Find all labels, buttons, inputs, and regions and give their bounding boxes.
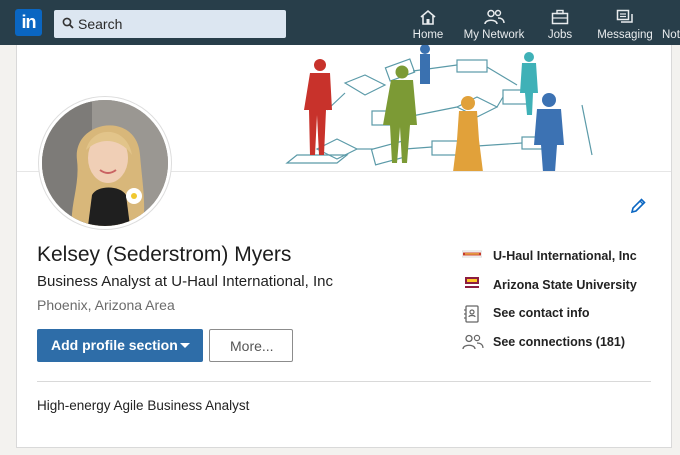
contact-info-label: See contact info	[493, 306, 590, 320]
uhaul-logo-icon	[462, 250, 482, 258]
profile-name: Kelsey (Sederstrom) Myers	[37, 243, 292, 266]
nav-notifications-label: Not	[662, 29, 680, 41]
connections-label: See connections (181)	[493, 335, 625, 349]
messaging-icon	[616, 9, 633, 23]
nav-my-network[interactable]: My Network	[460, 0, 528, 45]
search-input[interactable]: Search	[54, 10, 286, 38]
profile-avatar[interactable]	[39, 97, 171, 229]
search-icon	[62, 17, 74, 29]
nav-my-network-label: My Network	[463, 29, 525, 41]
nav-jobs[interactable]: Jobs	[540, 0, 580, 45]
nav-messaging[interactable]: Messaging	[596, 0, 654, 45]
profile-headline: Business Analyst at U-Haul International…	[37, 273, 333, 290]
asu-logo-icon	[465, 277, 479, 288]
education-label: Arizona State University	[493, 278, 637, 292]
profile-photo	[42, 100, 168, 226]
nav-home[interactable]: Home	[404, 0, 452, 45]
current-company-label: U-Haul International, Inc	[493, 249, 637, 263]
top-nav: in Search Home My Network Jobs Messaging…	[0, 0, 680, 45]
nav-jobs-label: Jobs	[547, 29, 573, 41]
connections-icon	[462, 334, 484, 350]
network-icon	[484, 9, 505, 25]
profile-card: Kelsey (Sederstrom) Myers Business Analy…	[16, 45, 672, 448]
profile-summary: High-energy Agile Business Analyst	[37, 398, 250, 413]
divider	[37, 381, 651, 382]
briefcase-icon	[551, 9, 569, 25]
linkedin-logo-icon[interactable]: in	[15, 9, 42, 36]
edit-pencil-icon[interactable]	[629, 197, 647, 215]
more-button-label: More...	[230, 338, 274, 354]
add-profile-section-label: Add profile section	[51, 337, 178, 353]
caret-down-icon	[180, 343, 190, 348]
nav-notifications[interactable]: Not	[660, 0, 680, 45]
nav-home-label: Home	[412, 29, 444, 41]
nav-messaging-label: Messaging	[597, 29, 653, 41]
home-icon	[420, 9, 436, 25]
more-button[interactable]: More...	[209, 329, 293, 362]
search-placeholder: Search	[78, 16, 123, 32]
profile-location: Phoenix, Arizona Area	[37, 297, 175, 313]
add-profile-section-button[interactable]: Add profile section	[37, 329, 203, 362]
contact-card-icon	[464, 305, 479, 323]
